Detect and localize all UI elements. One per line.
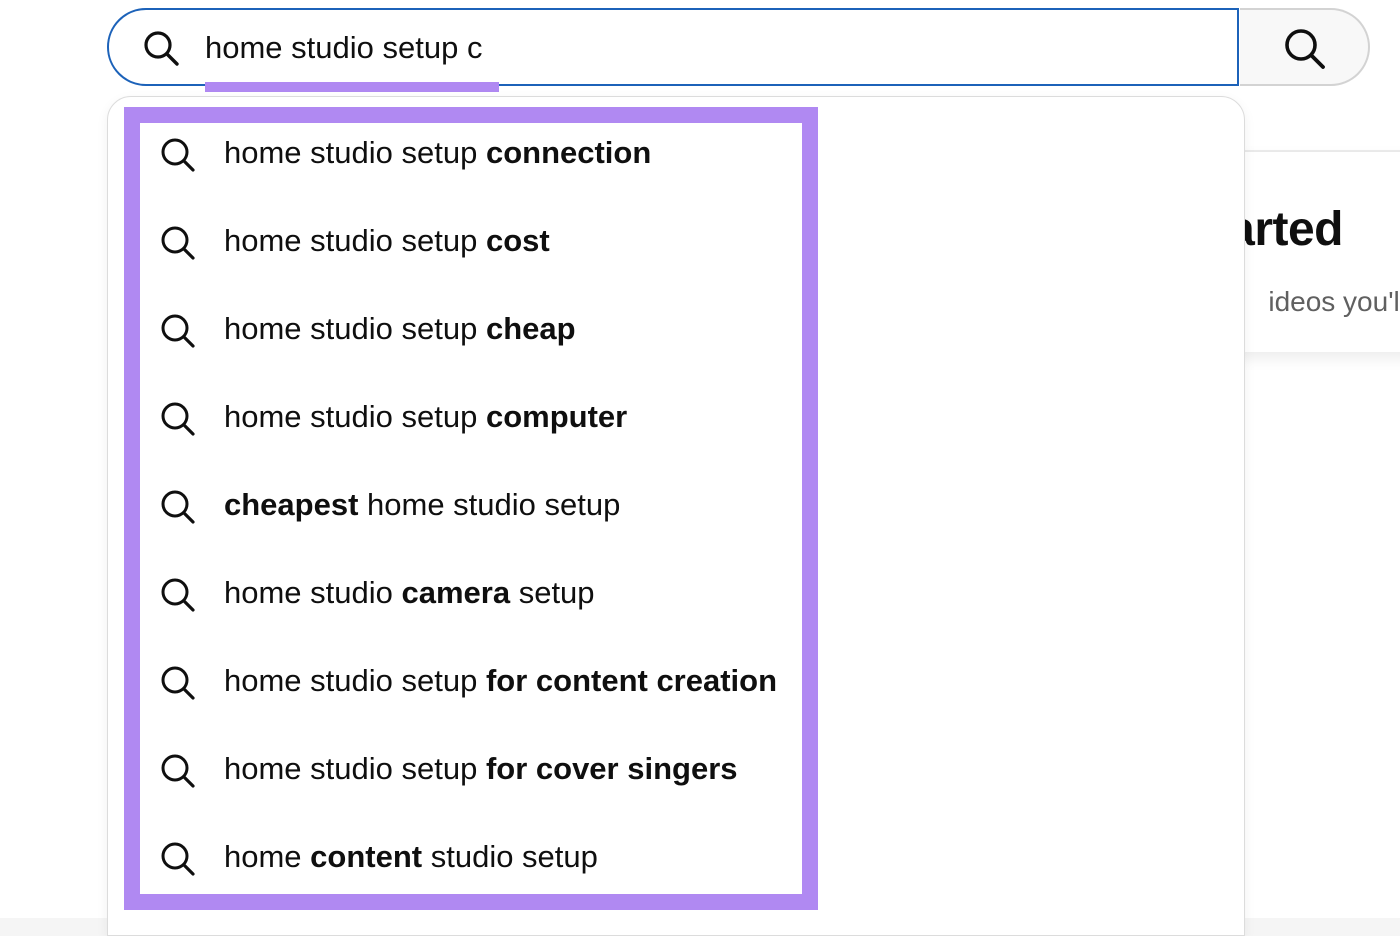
suggestion-plain-part: studio setup	[422, 839, 598, 874]
suggestion-label: home content studio setup	[224, 837, 598, 877]
suggestion-plain-part: home studio	[224, 575, 402, 610]
search-box[interactable]	[107, 8, 1332, 86]
suggestion-plain-part: home studio setup	[224, 311, 486, 346]
suggestion-label: home studio setup cost	[224, 221, 550, 261]
suggestion-plain-part: home studio setup	[358, 487, 621, 522]
suggestion-label: home studio setup for cover singers	[224, 749, 738, 789]
suggestion-label: cheapest home studio setup	[224, 485, 620, 525]
suggestion-item[interactable]: home studio setup cheap	[140, 287, 800, 375]
suggestion-item[interactable]: home studio setup cost	[140, 199, 800, 287]
suggestion-item[interactable]: home studio setup for cover singers	[140, 727, 800, 815]
suggestion-label: home studio setup cheap	[224, 309, 576, 349]
suggestion-label: home studio setup computer	[224, 397, 627, 437]
suggestion-item[interactable]: home content studio setup	[140, 815, 800, 903]
search-submit-button[interactable]	[1240, 8, 1370, 86]
suggestion-item[interactable]: home studio setup for content creation	[140, 639, 800, 727]
suggestion-plain-part: setup	[510, 575, 595, 610]
suggestion-bold-part: cheapest	[224, 487, 359, 522]
suggestion-bold-part: camera	[401, 575, 511, 610]
search-input[interactable]	[205, 24, 1145, 72]
search-icon	[161, 578, 195, 612]
search-icon	[161, 314, 195, 348]
search-icon	[161, 490, 195, 524]
suggestion-bold-part: content	[310, 839, 423, 874]
suggestion-label: home studio setup connection	[224, 133, 651, 173]
suggestion-plain-part: home	[224, 839, 311, 874]
search-icon	[144, 31, 179, 66]
suggestion-bold-part: computer	[485, 399, 628, 434]
suggestion-item[interactable]: home studio camera setup	[140, 551, 800, 639]
suggestion-bold-part: connection	[485, 135, 652, 170]
suggestion-plain-part: home studio setup	[224, 399, 486, 434]
suggestion-plain-part: home studio setup	[224, 135, 486, 170]
query-underline-highlight	[205, 82, 499, 92]
suggestion-plain-part: home studio setup	[224, 751, 486, 786]
search-icon	[161, 666, 195, 700]
search-icon	[161, 402, 195, 436]
suggestion-bold-part: for cover singers	[485, 751, 738, 786]
suggestion-item[interactable]: cheapest home studio setup	[140, 463, 800, 551]
suggestion-label: home studio setup for content creation	[224, 661, 777, 701]
search-icon	[1285, 29, 1325, 69]
suggestion-label: home studio camera setup	[224, 573, 595, 613]
suggestion-item[interactable]: home studio setup connection	[140, 111, 800, 199]
suggestion-item[interactable]: home studio setup computer	[140, 375, 800, 463]
suggestion-plain-part: home studio setup	[224, 223, 486, 258]
suggestion-plain-part: home studio setup	[224, 663, 486, 698]
search-icon	[161, 842, 195, 876]
search-icon	[161, 138, 195, 172]
suggestion-bold-part: for content creation	[485, 663, 778, 698]
suggestion-bold-part: cost	[485, 223, 550, 258]
search-icon	[161, 754, 195, 788]
suggestion-bold-part: cheap	[485, 311, 576, 346]
search-icon	[161, 226, 195, 260]
